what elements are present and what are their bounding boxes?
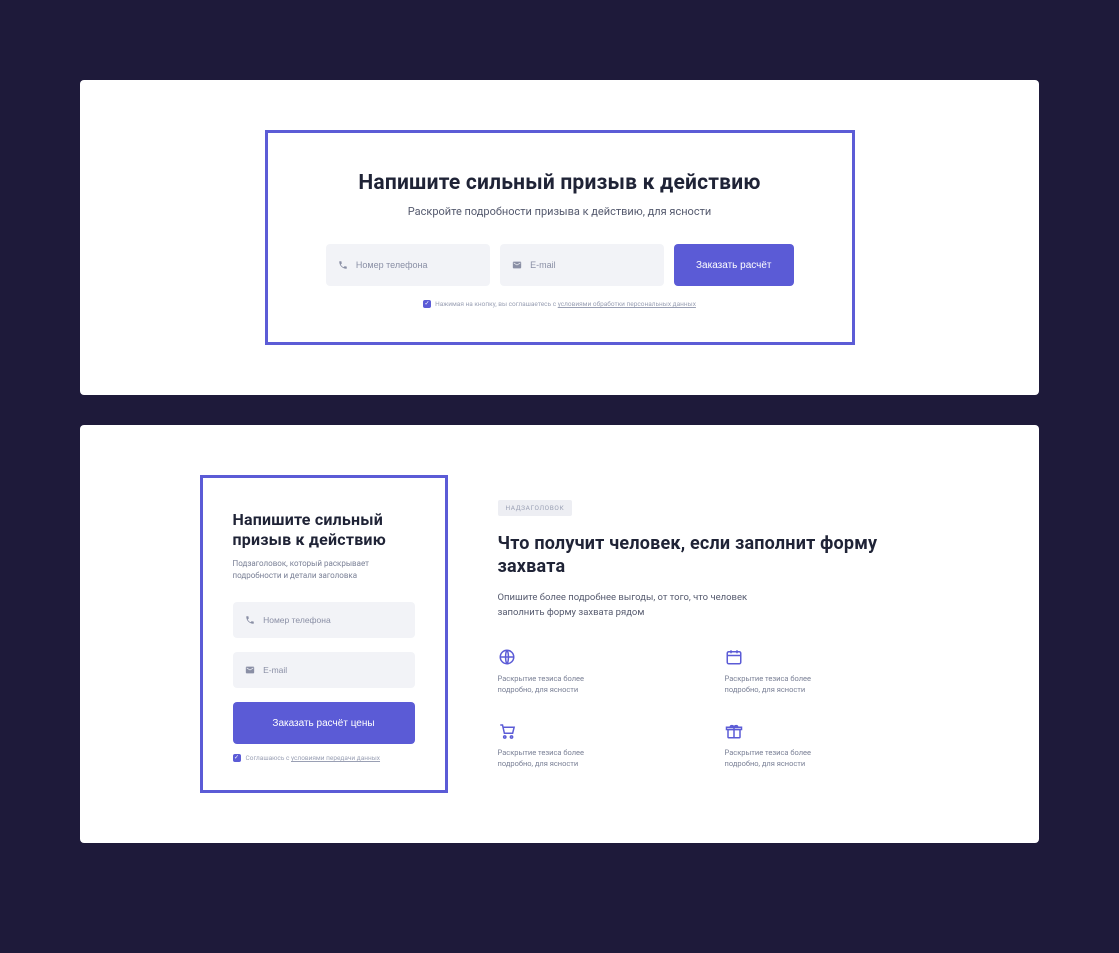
- mail-icon: [512, 259, 522, 271]
- consent-checkbox[interactable]: ✓: [233, 754, 241, 762]
- email-input[interactable]: [263, 665, 402, 675]
- phone-input[interactable]: [356, 260, 478, 270]
- feature-text: Раскрытие тезиса более подробно, для ясн…: [725, 674, 835, 696]
- feature-item: Раскрытие тезиса более подробно, для ясн…: [498, 722, 693, 770]
- benefits-title: Что получит человек, если заполнит форму…: [498, 532, 920, 579]
- two-column-layout: Напишите сильный призыв к действию Подза…: [200, 475, 920, 793]
- consent-checkbox[interactable]: ✓: [423, 300, 431, 308]
- consent-link[interactable]: условиями передачи данных: [291, 754, 380, 762]
- phone-icon: [245, 614, 256, 626]
- phone-field[interactable]: [326, 244, 490, 286]
- phone-input[interactable]: [263, 615, 402, 625]
- cta-input-row: Заказать расчёт: [326, 244, 794, 286]
- consent-link[interactable]: условиями обработки персональных данных: [558, 300, 696, 308]
- panel-top: Напишите сильный призыв к действию Раскр…: [80, 80, 1039, 395]
- submit-button[interactable]: Заказать расчёт цены: [233, 702, 415, 744]
- consent-text: Соглашаюсь с условиями передачи данных: [246, 754, 381, 762]
- phone-field[interactable]: [233, 602, 415, 638]
- gift-icon: [725, 722, 743, 740]
- feature-item: Раскрытие тезиса более подробно, для ясн…: [725, 722, 920, 770]
- cta-title: Напишите сильный призыв к действию: [326, 171, 794, 195]
- phone-icon: [338, 259, 348, 271]
- consent-row: ✓ Нажимая на кнопку, вы соглашаетесь с у…: [326, 300, 794, 308]
- cart-icon: [498, 722, 516, 740]
- email-input[interactable]: [530, 260, 652, 270]
- globe-icon: [498, 648, 516, 666]
- email-field[interactable]: [500, 244, 664, 286]
- consent-prefix: Нажимая на кнопку, вы соглашаетесь с: [435, 300, 558, 308]
- panel-bottom: Напишите сильный призыв к действию Подза…: [80, 425, 1039, 843]
- benefits-subtitle: Опишите более подробнее выгоды, от того,…: [498, 591, 788, 620]
- overline-badge: НАДЗАГОЛОВОК: [498, 500, 573, 516]
- cta-framed-box: Напишите сильный призыв к действию Раскр…: [265, 130, 855, 345]
- consent-row: ✓ Соглашаюсь с условиями передачи данных: [233, 754, 415, 762]
- consent-text: Нажимая на кнопку, вы соглашаетесь с усл…: [435, 300, 696, 308]
- form-framed-box: Напишите сильный призыв к действию Подза…: [200, 475, 448, 793]
- submit-button[interactable]: Заказать расчёт: [674, 244, 794, 286]
- benefits-column: НАДЗАГОЛОВОК Что получит человек, если з…: [498, 475, 920, 770]
- feature-item: Раскрытие тезиса более подробно, для ясн…: [725, 648, 920, 696]
- feature-text: Раскрытие тезиса более подробно, для ясн…: [498, 748, 608, 770]
- email-field[interactable]: [233, 652, 415, 688]
- feature-item: Раскрытие тезиса более подробно, для ясн…: [498, 648, 693, 696]
- form-title: Напишите сильный призыв к действию: [233, 510, 415, 550]
- mail-icon: [245, 664, 256, 676]
- consent-prefix: Соглашаюсь с: [246, 754, 292, 762]
- features-grid: Раскрытие тезиса более подробно, для ясн…: [498, 648, 920, 770]
- feature-text: Раскрытие тезиса более подробно, для ясн…: [498, 674, 608, 696]
- feature-text: Раскрытие тезиса более подробно, для ясн…: [725, 748, 835, 770]
- calendar-icon: [725, 648, 743, 666]
- cta-subtitle: Раскройте подробности призыва к действию…: [326, 205, 794, 218]
- form-subtitle: Подзаголовок, который раскрывает подробн…: [233, 558, 415, 582]
